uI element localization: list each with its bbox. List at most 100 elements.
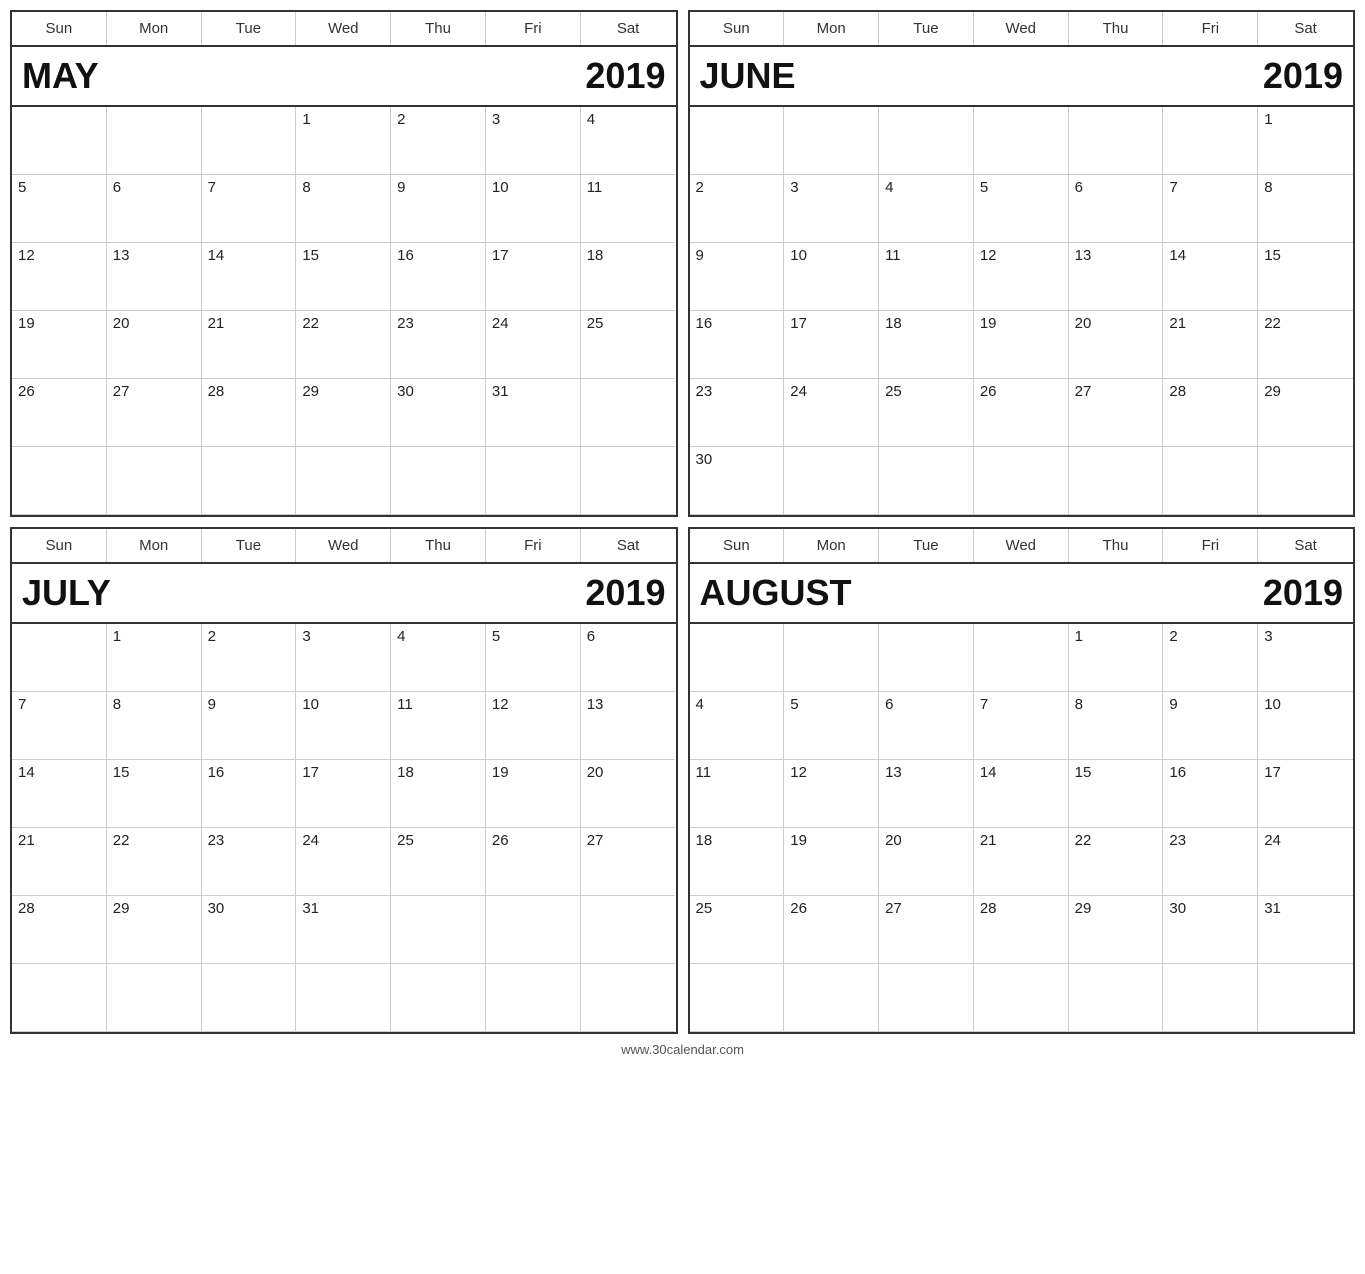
day-cell: 3 (486, 107, 581, 175)
day-cell: 27 (1069, 379, 1164, 447)
day-cell: 21 (974, 828, 1069, 896)
day-cell: 9 (690, 243, 785, 311)
day-header-sat: Sat (1258, 529, 1353, 562)
day-cell: 30 (1163, 896, 1258, 964)
day-cell: 1 (296, 107, 391, 175)
day-cell (486, 964, 581, 1032)
day-cell: 29 (107, 896, 202, 964)
day-cell: 23 (1163, 828, 1258, 896)
day-cell: 22 (1258, 311, 1353, 379)
day-header-thu: Thu (1069, 529, 1164, 562)
day-header-tue: Tue (879, 529, 974, 562)
day-cell: 29 (1258, 379, 1353, 447)
calendar-july-2019: SunMonTueWedThuFriSatJULY201912345678910… (10, 527, 678, 1034)
day-cell: 1 (1258, 107, 1353, 175)
day-cell (107, 447, 202, 515)
day-cell: 11 (391, 692, 486, 760)
day-cell (1163, 964, 1258, 1032)
day-header-fri: Fri (486, 12, 581, 45)
day-cell: 7 (12, 692, 107, 760)
month-name: JULY (22, 572, 111, 614)
day-cell: 25 (581, 311, 676, 379)
day-header-sat: Sat (1258, 12, 1353, 45)
day-cell (581, 447, 676, 515)
day-cell (391, 964, 486, 1032)
day-cell: 15 (1069, 760, 1164, 828)
day-cell: 31 (1258, 896, 1353, 964)
day-cell (581, 896, 676, 964)
day-header-thu: Thu (391, 12, 486, 45)
day-header-fri: Fri (486, 529, 581, 562)
month-title-row: JUNE2019 (690, 47, 1354, 107)
month-title-row: MAY 2019 (12, 47, 676, 107)
day-cell (202, 964, 297, 1032)
month-name: MAY (22, 55, 99, 97)
day-header-mon: Mon (107, 529, 202, 562)
days-grid: 1234567891011121314151617181920212223242… (690, 624, 1354, 1032)
day-cell: 12 (12, 243, 107, 311)
day-cell: 31 (486, 379, 581, 447)
day-header-wed: Wed (974, 529, 1069, 562)
day-cell: 26 (486, 828, 581, 896)
day-header-fri: Fri (1163, 12, 1258, 45)
day-cell: 3 (1258, 624, 1353, 692)
day-cell: 29 (1069, 896, 1164, 964)
day-header-wed: Wed (296, 12, 391, 45)
day-header-sat: Sat (581, 12, 676, 45)
day-cell (879, 107, 974, 175)
day-cell (879, 964, 974, 1032)
day-cell: 30 (202, 896, 297, 964)
month-name: AUGUST (700, 572, 852, 614)
day-cell (879, 624, 974, 692)
year-name: 2019 (1263, 55, 1343, 97)
day-cell: 30 (690, 447, 785, 515)
day-header-sun: Sun (12, 12, 107, 45)
day-cell (1163, 447, 1258, 515)
day-cell: 15 (296, 243, 391, 311)
day-cell: 2 (1163, 624, 1258, 692)
day-cell (784, 447, 879, 515)
day-cell: 19 (784, 828, 879, 896)
day-cell: 7 (1163, 175, 1258, 243)
year-name: 2019 (1263, 572, 1343, 614)
day-cell: 21 (12, 828, 107, 896)
day-cell: 12 (784, 760, 879, 828)
day-header-thu: Thu (1069, 12, 1164, 45)
day-cell (1069, 107, 1164, 175)
day-cell (391, 896, 486, 964)
day-cell: 4 (581, 107, 676, 175)
day-cell: 5 (12, 175, 107, 243)
day-cell: 4 (391, 624, 486, 692)
day-cell: 11 (879, 243, 974, 311)
day-cell: 28 (12, 896, 107, 964)
day-cell: 11 (690, 760, 785, 828)
days-grid: 1234567891011121314151617181920212223242… (12, 624, 676, 1032)
day-cell: 2 (202, 624, 297, 692)
footer-text: www.30calendar.com (10, 1042, 1355, 1057)
day-cell (581, 379, 676, 447)
day-cell: 20 (581, 760, 676, 828)
day-cell: 8 (1069, 692, 1164, 760)
day-cell: 2 (391, 107, 486, 175)
day-cell: 14 (12, 760, 107, 828)
day-cell: 14 (202, 243, 297, 311)
day-cell: 28 (1163, 379, 1258, 447)
day-cell: 15 (1258, 243, 1353, 311)
day-cell: 1 (1069, 624, 1164, 692)
day-cell (581, 964, 676, 1032)
day-cell: 19 (486, 760, 581, 828)
day-cell: 29 (296, 379, 391, 447)
day-cell: 19 (12, 311, 107, 379)
day-cell: 27 (879, 896, 974, 964)
day-cell: 9 (391, 175, 486, 243)
day-cell: 20 (879, 828, 974, 896)
calendar-may-2019: SunMonTueWedThuFriSatMAY2019123456789101… (10, 10, 678, 517)
day-cell: 28 (202, 379, 297, 447)
day-header-wed: Wed (974, 12, 1069, 45)
day-header-sun: Sun (690, 529, 785, 562)
year-name: 2019 (585, 55, 665, 97)
day-cell: 23 (391, 311, 486, 379)
day-cell: 16 (690, 311, 785, 379)
day-header-tue: Tue (202, 12, 297, 45)
day-cell: 13 (581, 692, 676, 760)
